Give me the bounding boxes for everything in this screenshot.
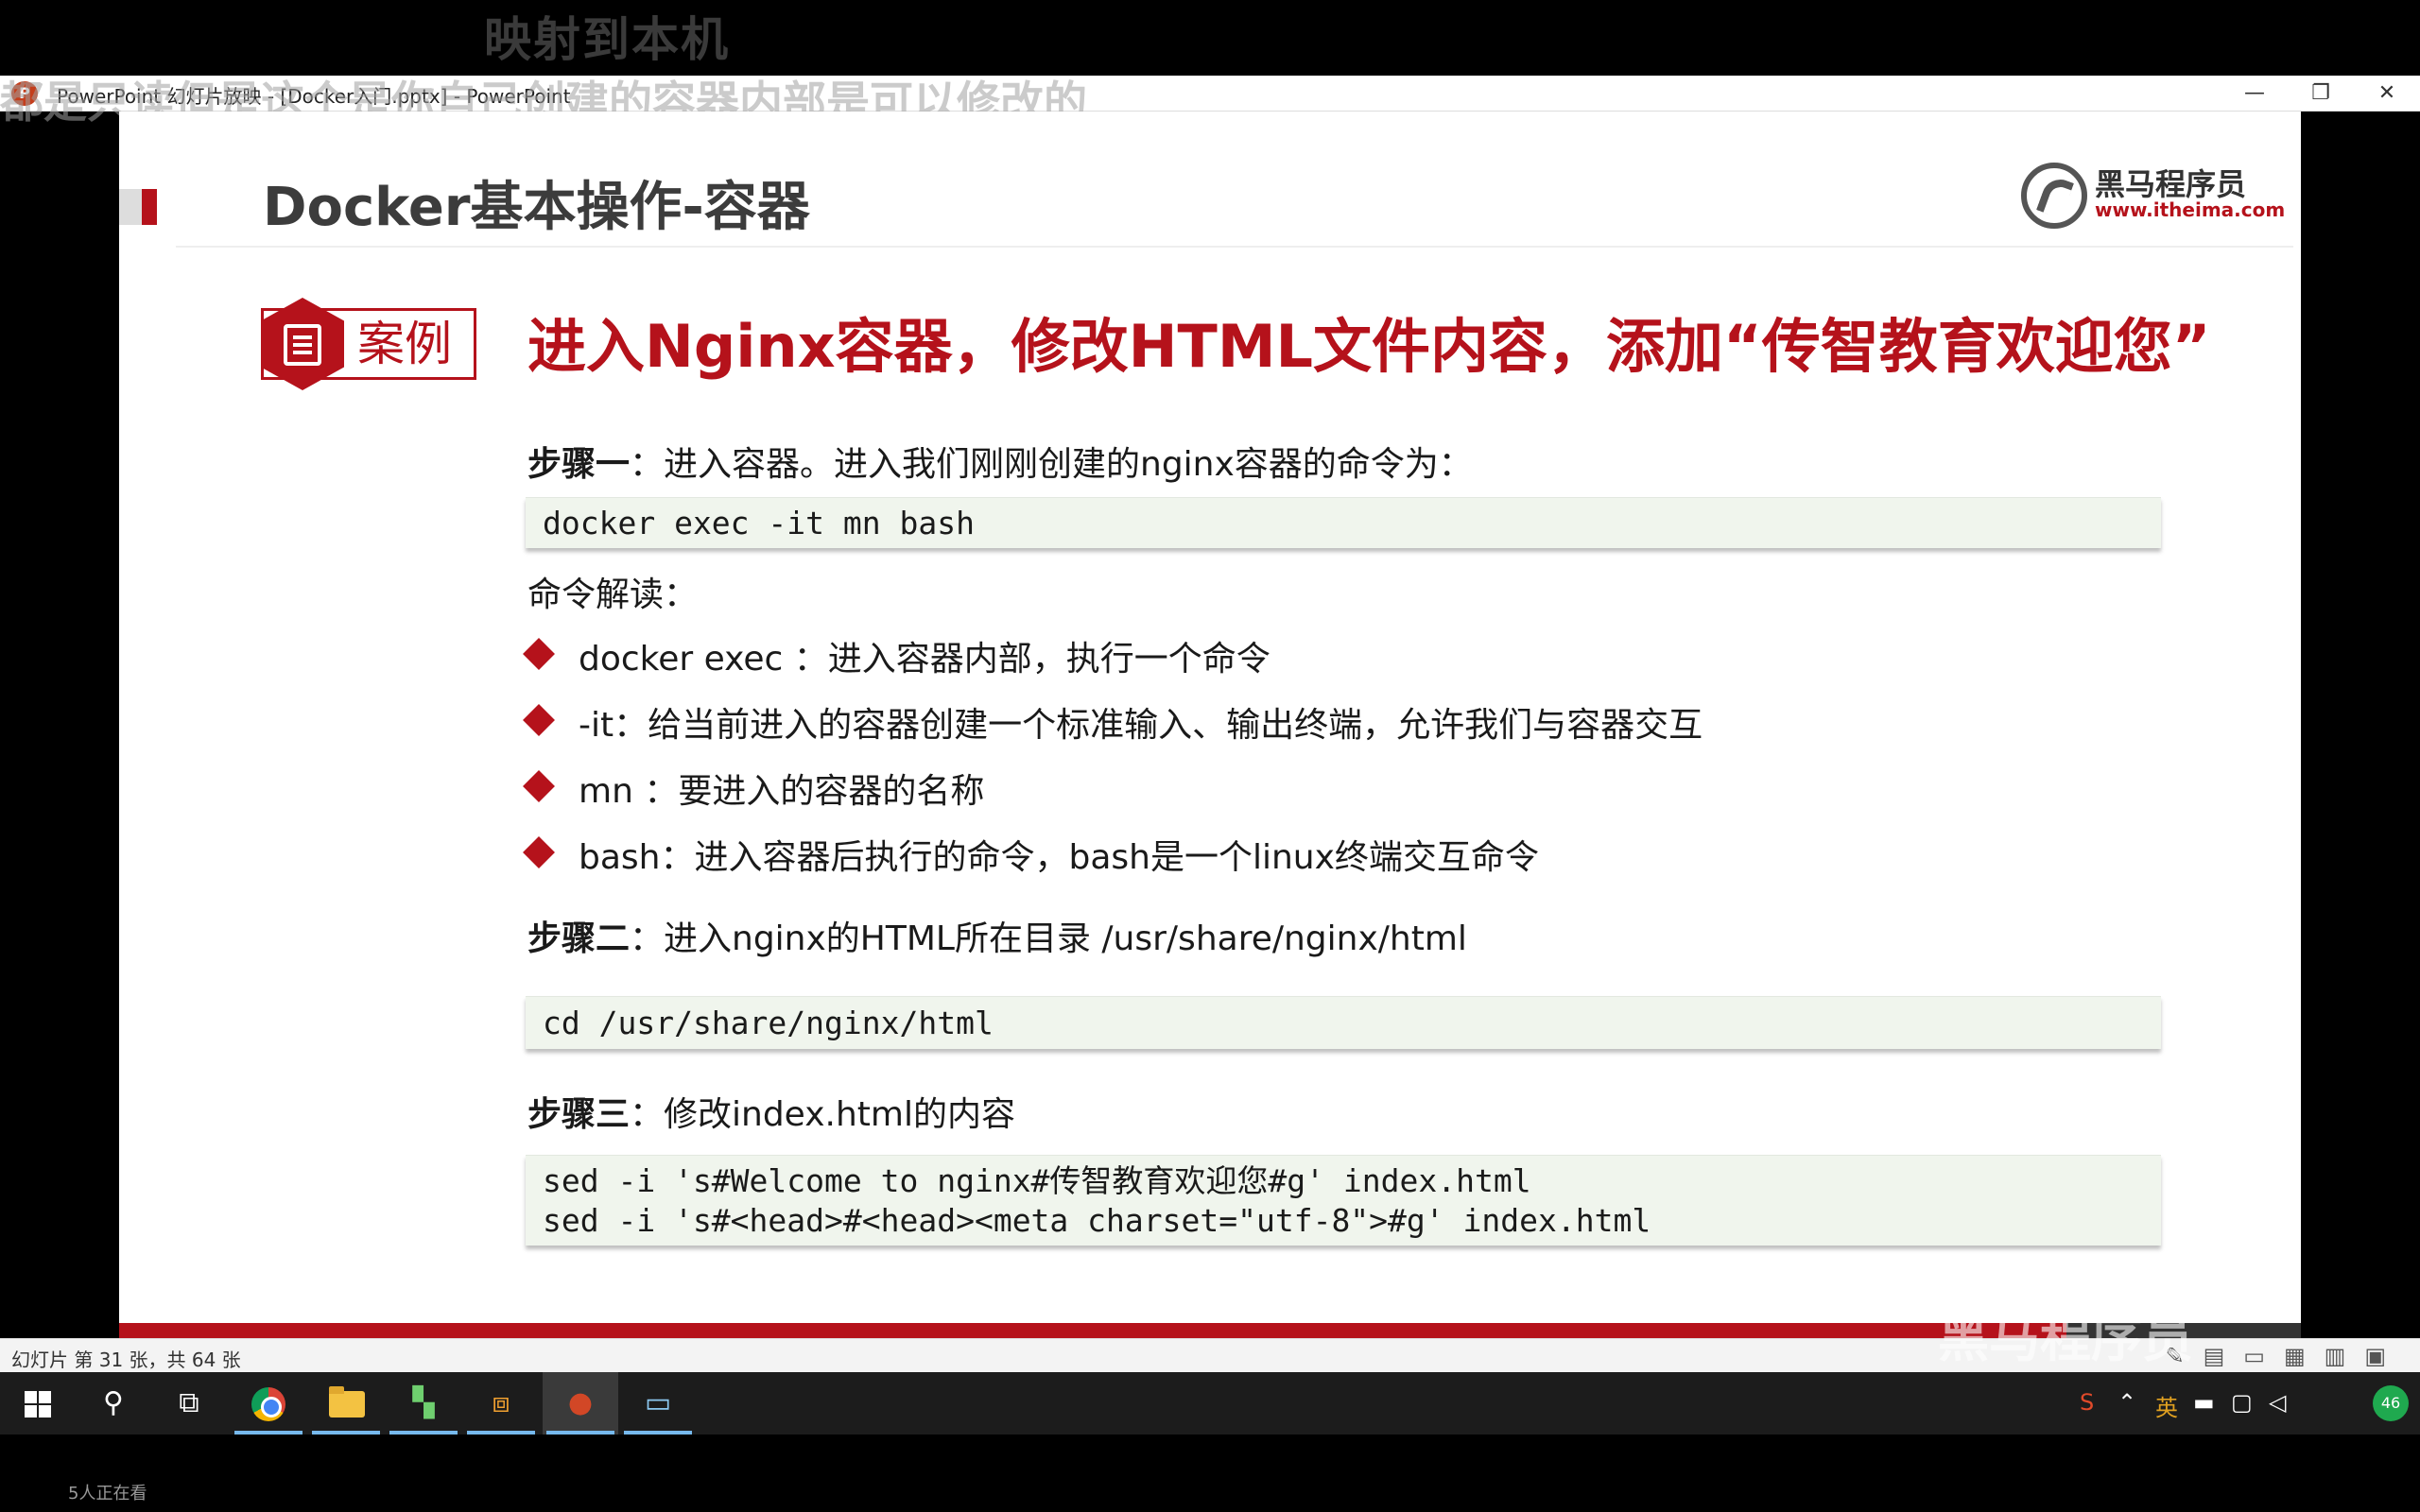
title-marker	[142, 189, 157, 225]
bullet-diamond-icon	[523, 704, 555, 736]
bullet-item: bash：进入容器后执行的命令，bash是一个linux终端交互命令	[579, 838, 1539, 877]
monitor-icon: ▭	[644, 1386, 672, 1419]
notification-badge[interactable]: 46	[2373, 1385, 2409, 1421]
chrome-icon	[251, 1387, 285, 1421]
search-icon: ⚲	[103, 1386, 124, 1419]
title-marker-gray	[119, 189, 142, 225]
powerpoint-taskbar-icon: ●	[567, 1386, 594, 1419]
top-black-area: 映射到本机	[0, 0, 2420, 76]
case-label: 案例	[357, 317, 452, 371]
itheima-logo: 黑马程序员 www.itheima.com	[2021, 161, 2285, 231]
restore-button[interactable]: ❐	[2288, 76, 2354, 112]
task-view-button[interactable]: ⧉	[151, 1372, 227, 1435]
taskbar[interactable]: ⚲ ⧉ ▚ ⧈ ● ▭ S ⌃ 英 ▬ ▢ ◁ 46	[0, 1372, 2420, 1435]
video-subtitle: 映射到本机	[484, 12, 730, 67]
slide-counter: 幻灯片 第 31 张，共 64 张	[11, 1349, 241, 1371]
code-block-2: cd /usr/share/nginx/html	[526, 996, 2161, 1049]
code-line: cd /usr/share/nginx/html	[543, 1005, 994, 1041]
step3-text: ：修改index.html的内容	[630, 1095, 1015, 1134]
slide-title: Docker基本操作-容器	[263, 177, 810, 238]
bullet-diamond-icon	[523, 836, 555, 868]
taskbar-chrome[interactable]	[231, 1372, 306, 1435]
network-icon[interactable]: ▢	[2231, 1389, 2253, 1416]
explain-label: 命令解读：	[527, 576, 699, 614]
chevron-up-icon[interactable]: ⌃	[2118, 1389, 2136, 1416]
step3-line: 步骤三：修改index.html的内容	[527, 1087, 1015, 1136]
step2-line: 步骤二：进入nginx的HTML所在目录 /usr/share/nginx/ht…	[527, 911, 1467, 960]
logo-url: www.itheima.com	[2095, 198, 2286, 221]
view-controls[interactable]: ✎▤▭▦▥▣	[2165, 1343, 2405, 1369]
sogou-icon[interactable]: S	[2080, 1389, 2094, 1416]
code-line: docker exec -it mn bash	[543, 505, 975, 541]
title-divider	[176, 246, 2293, 248]
step1-line: 步骤一：进入容器。进入我们刚刚创建的nginx容器的命令为：	[527, 437, 1473, 486]
taskbar-app[interactable]: ⧈	[463, 1372, 539, 1435]
step1-text: ：进入容器。进入我们刚刚创建的nginx容器的命令为：	[630, 445, 1473, 484]
normal-view-icon[interactable]: ▭	[2243, 1343, 2284, 1369]
close-button[interactable]: ✕	[2354, 76, 2420, 112]
code-block-1: docker exec -it mn bash	[526, 497, 2161, 548]
notes-icon[interactable]: ▤	[2204, 1343, 2244, 1369]
bullet-item: mn ：要进入的容器的名称	[579, 772, 985, 811]
step2-label: 步骤二	[527, 919, 631, 958]
code-line: sed -i 's#<head>#<head><meta charset="ut…	[543, 1202, 1651, 1239]
taskbar-explorer[interactable]	[308, 1372, 384, 1435]
taskbar-powerpoint[interactable]: ●	[543, 1372, 618, 1435]
ime-indicator[interactable]: 英	[2155, 1389, 2178, 1422]
minimize-button[interactable]: —	[2221, 76, 2288, 112]
case-heading: 进入Nginx容器，修改HTML文件内容，添加“传智教育欢迎您”	[527, 312, 2211, 381]
task-view-icon: ⧉	[179, 1386, 199, 1419]
document-icon	[284, 324, 321, 366]
taskbar-remote[interactable]: ▭	[620, 1372, 696, 1435]
video-watermark: 黑马程序员	[1938, 1309, 2193, 1368]
code-block-3: sed -i 's#Welcome to nginx#传智教育欢迎您#g' in…	[526, 1155, 2161, 1246]
folder-icon	[329, 1386, 365, 1418]
step3-label: 步骤三	[527, 1095, 631, 1134]
windows-icon	[25, 1391, 51, 1418]
slide-canvas[interactable]: Docker基本操作-容器 黑马程序员 www.itheima.com 案例 进…	[119, 112, 2301, 1338]
battery-icon[interactable]: ▬	[2193, 1389, 2215, 1416]
bullet-diamond-icon	[523, 638, 555, 670]
step2-text: ：进入nginx的HTML所在目录 /usr/share/nginx/html	[630, 919, 1467, 958]
bullet-item: -it：给当前进入的容器创建一个标准输入、输出终端，允许我们与容器交互	[579, 706, 1703, 745]
code-line: sed -i 's#Welcome to nginx#传智教育欢迎您#g' in…	[543, 1162, 1531, 1199]
step1-label: 步骤一	[527, 445, 631, 484]
app-window-icon: ⧈	[492, 1386, 510, 1419]
system-tray[interactable]: S ⌃ 英 ▬ ▢ ◁ 46	[2080, 1372, 2420, 1435]
reading-view-icon[interactable]: ▥	[2325, 1343, 2365, 1369]
horse-logo-icon	[2021, 163, 2087, 229]
start-button[interactable]	[0, 1372, 76, 1435]
taskbar-navicat[interactable]: ▚	[386, 1372, 461, 1435]
viewer-count: 5人正在看	[68, 1484, 147, 1503]
navicat-icon: ▚	[412, 1386, 435, 1419]
bullet-diamond-icon	[523, 770, 555, 802]
sorter-view-icon[interactable]: ▦	[2284, 1343, 2325, 1369]
slideshow-icon[interactable]: ▣	[2364, 1343, 2405, 1369]
volume-icon[interactable]: ◁	[2269, 1389, 2286, 1416]
search-button[interactable]: ⚲	[76, 1372, 151, 1435]
bullet-item: docker exec ：进入容器内部，执行一个命令	[579, 640, 1270, 679]
